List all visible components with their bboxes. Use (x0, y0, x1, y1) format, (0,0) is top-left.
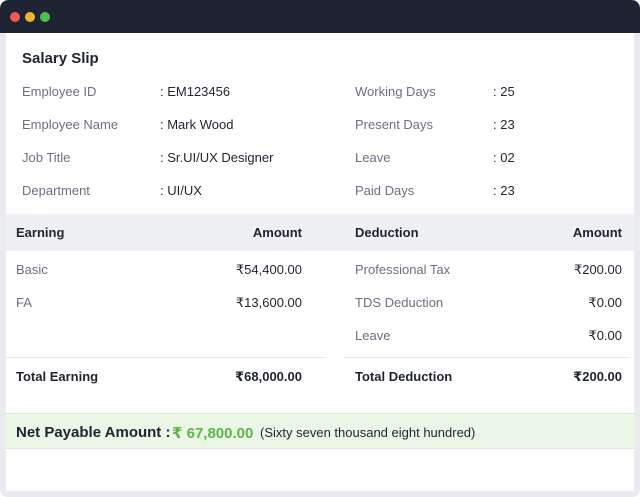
deduction-row-amount: ₹0.00 (588, 328, 622, 343)
working-days-label: Working Days (355, 84, 436, 99)
earning-row-amount: ₹13,600.00 (235, 295, 302, 310)
job-title-value: : Sr.UI/UX Designer (160, 150, 274, 165)
net-payable-band: Net Payable Amount : ₹ 67,800.00 (Sixty … (6, 413, 634, 449)
total-deduction-label: Total Deduction (355, 369, 453, 384)
earning-amount-header: Amount (252, 225, 302, 240)
present-days-value: : 23 (493, 117, 515, 132)
net-payable-label: Net Payable Amount : (16, 424, 171, 441)
page-title: Salary Slip (22, 50, 99, 67)
net-payable-amount: ₹ 67,800.00 (172, 425, 254, 442)
earning-row-amount: ₹54,400.00 (235, 262, 302, 277)
working-days-value: : 25 (493, 84, 515, 99)
deduction-row-label: TDS Deduction (355, 295, 444, 310)
deduction-row-label: Professional Tax (355, 262, 451, 277)
earning-total-divider (6, 357, 326, 358)
earning-row-label: FA (16, 295, 32, 310)
deduction-row-amount: ₹200.00 (573, 262, 622, 277)
employee-name-label: Employee Name (22, 117, 119, 132)
total-earning-label: Total Earning (16, 369, 99, 384)
employee-id-value: : EM123456 (160, 84, 231, 99)
employee-name-value: : Mark Wood (160, 117, 234, 132)
net-payable-words: (Sixty seven thousand eight hundred) (260, 425, 476, 440)
employee-id-label: Employee ID (22, 84, 97, 99)
app-window: Salary Slip Employee ID : EM123456 Emplo… (0, 0, 640, 497)
leave-days-label: Leave (355, 150, 391, 165)
paid-days-label: Paid Days (355, 183, 415, 198)
deduction-header: Deduction (355, 225, 419, 240)
deduction-total-divider (344, 357, 630, 358)
present-days-label: Present Days (355, 117, 434, 132)
earning-row-label: Basic (16, 262, 48, 277)
job-title-label: Job Title (22, 150, 71, 165)
title-bar (0, 0, 640, 33)
deduction-row-label: Leave (355, 328, 391, 343)
salary-slip-card: Salary Slip Employee ID : EM123456 Emplo… (6, 33, 634, 491)
close-window-icon[interactable] (10, 12, 20, 22)
total-earning-amount: ₹68,000.00 (235, 369, 302, 384)
department-label: Department (22, 183, 90, 198)
deduction-amount-header: Amount (572, 225, 622, 240)
minimize-window-icon[interactable] (25, 12, 35, 22)
department-value: : UI/UX (160, 183, 202, 198)
earning-header: Earning (16, 225, 65, 240)
deduction-row-amount: ₹0.00 (588, 295, 622, 310)
paid-days-value: : 23 (493, 183, 515, 198)
maximize-window-icon[interactable] (40, 12, 50, 22)
leave-days-value: : 02 (493, 150, 515, 165)
total-deduction-amount: ₹200.00 (573, 369, 622, 384)
